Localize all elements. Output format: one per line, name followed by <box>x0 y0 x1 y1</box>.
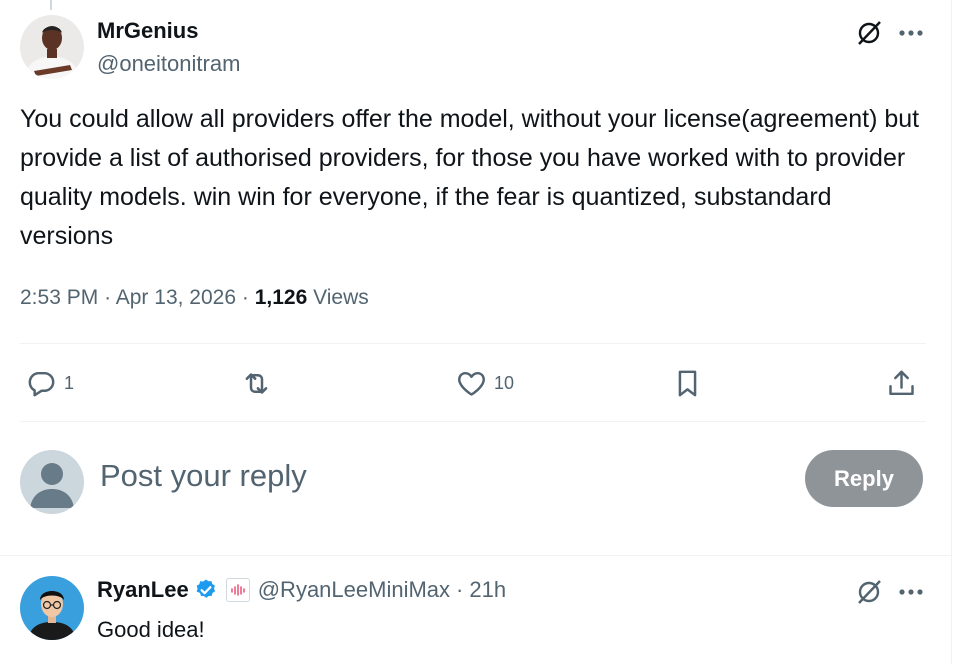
section-divider <box>0 555 951 556</box>
retweet-icon <box>245 372 268 394</box>
verified-badge-icon[interactable] <box>194 578 218 602</box>
reply-header: RyanLee @RyanLeeMiniMax · 21h <box>97 577 506 603</box>
views-count[interactable]: 1,126 <box>255 286 308 309</box>
tweet-metadata: 2:53 PM · Apr 13, 2026 · 1,126 Views <box>20 286 369 310</box>
reply-time[interactable]: 21h <box>469 577 506 603</box>
tweet-time[interactable]: 2:53 PM <box>20 286 98 309</box>
bookmark-icon <box>678 370 697 396</box>
like-count: 10 <box>494 372 515 393</box>
author-avatar[interactable] <box>20 15 84 79</box>
user-avatar[interactable] <box>20 450 84 514</box>
share-icon <box>889 370 914 395</box>
more-icon[interactable] <box>895 576 927 608</box>
bookmark-action[interactable] <box>671 364 704 402</box>
minimax-affiliation-icon[interactable] <box>225 578 250 602</box>
share-action[interactable] <box>885 364 918 402</box>
reply-icon <box>28 371 55 396</box>
retweet-action[interactable] <box>240 364 279 402</box>
reply-count: 1 <box>64 372 75 393</box>
tweet-date[interactable]: Apr 13, 2026 <box>116 286 236 309</box>
like-action[interactable]: 10 <box>455 364 514 402</box>
meta-separator: · <box>241 286 249 309</box>
heart-icon <box>458 371 485 396</box>
reply-action[interactable]: 1 <box>25 364 74 402</box>
meta-separator: · <box>104 286 112 309</box>
reply-author-avatar[interactable] <box>20 576 84 640</box>
grok-icon[interactable] <box>853 17 885 49</box>
author-name[interactable]: MrGenius <box>97 18 198 44</box>
reply-button[interactable]: Reply <box>805 450 923 507</box>
views-label: Views <box>313 286 369 309</box>
reply-input[interactable]: Post your reply <box>100 458 307 494</box>
thread-connector <box>50 0 52 10</box>
reply-text: Good idea! <box>97 617 205 642</box>
reply-author-name[interactable]: RyanLee <box>97 577 189 603</box>
divider <box>20 421 926 422</box>
more-icon[interactable] <box>895 17 927 49</box>
author-handle[interactable]: @oneitonitram <box>97 51 240 77</box>
reply-author-handle[interactable]: @RyanLeeMiniMax <box>258 577 450 603</box>
tweet-text: You could allow all providers offer the … <box>20 105 920 250</box>
column-border <box>951 0 952 664</box>
meta-separator: · <box>456 577 464 602</box>
divider <box>20 343 926 344</box>
grok-icon[interactable] <box>853 576 885 608</box>
